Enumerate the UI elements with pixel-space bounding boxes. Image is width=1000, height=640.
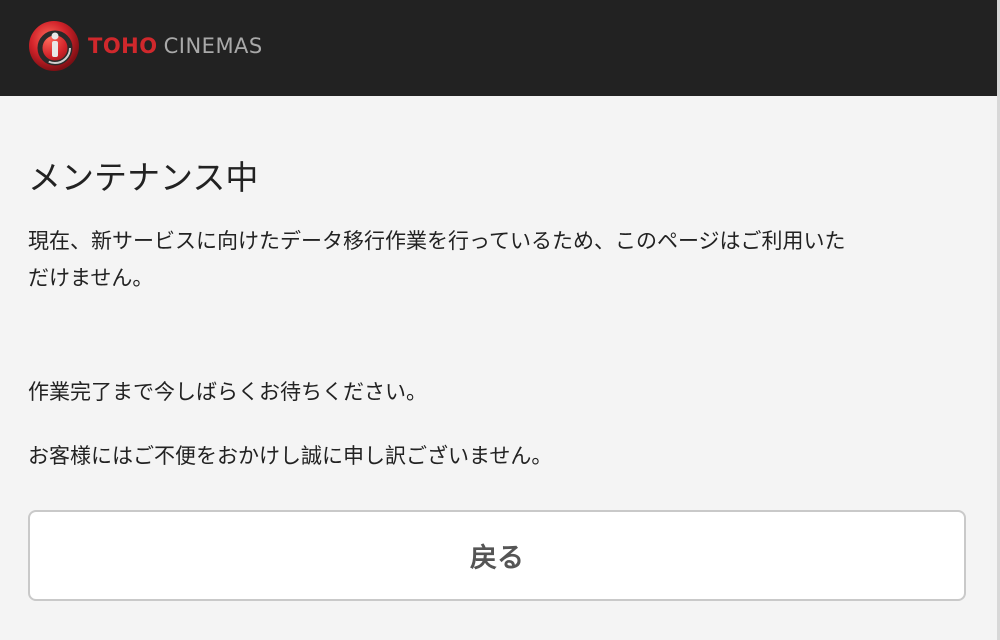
logo-word-cinemas: CINEMAS <box>163 34 263 58</box>
back-button[interactable]: 戻る <box>28 510 966 601</box>
wait-message: 作業完了まで今しばらくお待ちください。 <box>28 380 427 404</box>
logo-wordmark: TOHO CINEMAS <box>88 34 263 58</box>
toho-cinemas-logo-icon <box>29 21 79 71</box>
site-logo[interactable]: TOHO CINEMAS <box>28 18 263 74</box>
page-title: メンテナンス中 <box>28 158 259 197</box>
maintenance-message-line-2: だけません。 <box>28 266 154 290</box>
site-header: TOHO CINEMAS <box>0 0 1000 96</box>
maintenance-message: 現在、新サービスに向けたデータ移行作業を行っているため、このページはご利用いた … <box>28 223 968 297</box>
logo-word-toho: TOHO <box>88 34 158 58</box>
back-button-label: 戻る <box>470 543 524 574</box>
apology-message: お客様にはご不便をおかけし誠に申し訳ございません。 <box>28 444 553 468</box>
maintenance-message-line-1: 現在、新サービスに向けたデータ移行作業を行っているため、このページはご利用いた <box>28 229 846 253</box>
main-content: メンテナンス中 現在、新サービスに向けたデータ移行作業を行っているため、このペー… <box>28 96 968 475</box>
